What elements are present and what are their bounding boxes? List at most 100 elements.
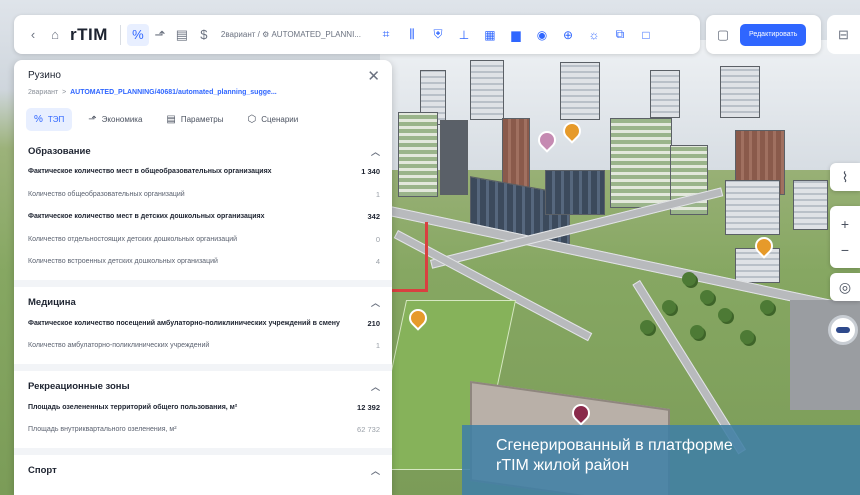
breadcrumb-path[interactable]: AUTOMATED_PLANNING/40681/automated_plann… bbox=[70, 89, 277, 96]
row-label: Площадь внутриквартального озеленения, м… bbox=[28, 426, 177, 433]
chevron-up-icon[interactable]: ︿ bbox=[371, 296, 380, 309]
dollar-icon[interactable]: $ bbox=[193, 24, 215, 46]
section-header-medicine[interactable]: Медицина ︿ bbox=[28, 293, 380, 313]
cube-icon: ⬡ bbox=[247, 114, 257, 125]
row-label: Фактическое количество посещений амбулат… bbox=[28, 319, 340, 327]
location-tool-icon[interactable]: ◉ bbox=[531, 24, 553, 46]
tab-label: Параметры bbox=[180, 115, 224, 124]
table-row: Количество амбулаторно-поликлинических у… bbox=[28, 335, 380, 358]
building-tool-icon[interactable]: ⊥ bbox=[453, 24, 475, 46]
tab-scenarios[interactable]: ⬡ Сценарии bbox=[240, 108, 307, 131]
row-value: 1 bbox=[375, 189, 380, 199]
row-label: Фактическое количество мест в общеобразо… bbox=[28, 168, 272, 175]
row-label: Количество отдельностоящих детских дошко… bbox=[28, 235, 238, 243]
building bbox=[545, 170, 605, 215]
row-value: 210 bbox=[367, 318, 380, 328]
row-label: Количество амбулаторно-поликлинических у… bbox=[28, 342, 210, 349]
tree bbox=[700, 290, 714, 304]
section-header-education[interactable]: Образование ︿ bbox=[28, 141, 380, 161]
grid-tool-icon[interactable]: ▦ bbox=[479, 24, 501, 46]
tab-parameters[interactable]: ▤ Параметры bbox=[158, 108, 231, 131]
row-value: 1 340 bbox=[361, 167, 380, 176]
row-value: 0 bbox=[375, 234, 380, 244]
row-value: 62 732 bbox=[357, 425, 380, 434]
row-label: Фактическое количество мест в детских до… bbox=[28, 213, 265, 220]
panel-breadcrumb: 2вариант > AUTOMATED_PLANNING/40681/auto… bbox=[28, 89, 380, 96]
file-icon[interactable]: ▢ bbox=[712, 24, 734, 46]
building bbox=[720, 66, 760, 118]
caption-line-2: rTIM жилой район bbox=[496, 457, 630, 474]
zoom-in-icon[interactable]: + bbox=[841, 216, 849, 232]
tab-label: ТЭП bbox=[47, 115, 65, 124]
tree bbox=[690, 325, 704, 339]
table-row: Количество встроенных детских дошкольных… bbox=[28, 251, 380, 274]
zoom-out-icon[interactable]: − bbox=[841, 242, 849, 258]
tree bbox=[760, 300, 774, 314]
breadcrumb-separator: > bbox=[62, 89, 67, 96]
building bbox=[502, 118, 530, 190]
app-logo: rTIM bbox=[70, 24, 108, 44]
percent-icon[interactable]: % bbox=[126, 23, 149, 46]
ruler-icon[interactable]: ⌇ bbox=[830, 163, 860, 191]
tree bbox=[682, 272, 696, 286]
building bbox=[735, 248, 780, 283]
document-icon[interactable]: ▤ bbox=[171, 24, 193, 46]
compass-icon[interactable] bbox=[828, 315, 858, 345]
sun-tool-icon[interactable]: ☼ bbox=[583, 24, 605, 46]
tree bbox=[740, 330, 754, 344]
section-divider bbox=[14, 363, 392, 371]
chevron-up-icon[interactable]: ︿ bbox=[371, 145, 380, 158]
crosshair-tool-icon[interactable]: ⊕ bbox=[557, 24, 579, 46]
row-label: Количество встроенных детских дошкольных… bbox=[28, 258, 218, 265]
table-row: Количество общеобразовательных организац… bbox=[28, 184, 380, 207]
chevron-up-icon[interactable]: ︿ bbox=[371, 464, 380, 477]
section-title: Спорт bbox=[28, 465, 57, 476]
locate-icon[interactable]: ◎ bbox=[830, 273, 860, 301]
panel-toggle-icon[interactable]: ⊟ bbox=[827, 15, 860, 54]
building bbox=[725, 180, 780, 235]
polygon-tool-icon[interactable]: ⌗ bbox=[375, 24, 397, 46]
row-label: Количество общеобразовательных организац… bbox=[28, 190, 185, 198]
site-boundary bbox=[388, 222, 428, 292]
square-tool-icon[interactable]: □ bbox=[635, 24, 657, 46]
frame-tool-icon[interactable]: ⧉ bbox=[609, 24, 631, 46]
tree bbox=[640, 320, 654, 334]
section-header-recreation[interactable]: Рекреационные зоны ︿ bbox=[28, 377, 380, 397]
edit-toolbar: ▢ Редактировать bbox=[706, 15, 821, 54]
breadcrumb-root[interactable]: 2вариант bbox=[28, 89, 58, 96]
layers-tool-icon[interactable]: ⫼ bbox=[401, 24, 423, 46]
building bbox=[560, 62, 600, 120]
table-row: Площадь озелененных территорий общего по… bbox=[28, 397, 380, 420]
tab-economics[interactable]: ⬏ Экономика bbox=[80, 108, 150, 131]
table-row: Площадь внутриквартального озеленения, м… bbox=[28, 419, 380, 442]
home-icon[interactable]: ⌂ bbox=[44, 24, 66, 46]
chart-icon: ⬏ bbox=[88, 114, 97, 125]
building bbox=[793, 180, 828, 230]
section-divider bbox=[14, 279, 392, 287]
building bbox=[440, 120, 468, 195]
toolbar-divider bbox=[119, 24, 121, 45]
table-row: Количество отдельностоящих детских дошко… bbox=[28, 229, 380, 252]
caption-overlay: Сгенерированный в платформе rTIM жилой р… bbox=[462, 425, 860, 495]
tool-icons-group: ⌗ ⫼ ⛨ ⊥ ▦ ▆ ◉ ⊕ ☼ ⧉ □ bbox=[375, 24, 657, 46]
close-icon[interactable]: ✕ bbox=[367, 67, 380, 85]
section-header-sport[interactable]: Спорт ︿ bbox=[28, 461, 380, 481]
table-row: Фактическое количество посещений амбулат… bbox=[28, 313, 380, 336]
row-value: 12 392 bbox=[357, 402, 380, 412]
tab-tep[interactable]: % ТЭП bbox=[26, 108, 73, 131]
panel-title: Рузино bbox=[28, 70, 61, 81]
chevron-up-icon[interactable]: ︿ bbox=[371, 380, 380, 393]
building bbox=[650, 70, 680, 118]
table-row: Фактическое количество мест в общеобразо… bbox=[28, 161, 380, 184]
chart-icon[interactable]: ⬏ bbox=[149, 24, 171, 46]
zoom-control: + − bbox=[830, 206, 860, 268]
project-breadcrumb[interactable]: 2вариант / ⚙ AUTOMATED_PLANNI... bbox=[221, 30, 361, 39]
bar-chart-tool-icon[interactable]: ▆ bbox=[505, 24, 527, 46]
top-toolbar: ‹ ⌂ rTIM % ⬏ ▤ $ 2вариант / ⚙ AUTOMATED_… bbox=[14, 15, 700, 54]
shield-tool-icon[interactable]: ⛨ bbox=[427, 24, 449, 46]
back-chevron-icon[interactable]: ‹ bbox=[22, 24, 44, 46]
building bbox=[470, 60, 504, 120]
building bbox=[610, 118, 672, 208]
edit-button[interactable]: Редактировать bbox=[740, 23, 807, 46]
section-divider bbox=[14, 447, 392, 455]
